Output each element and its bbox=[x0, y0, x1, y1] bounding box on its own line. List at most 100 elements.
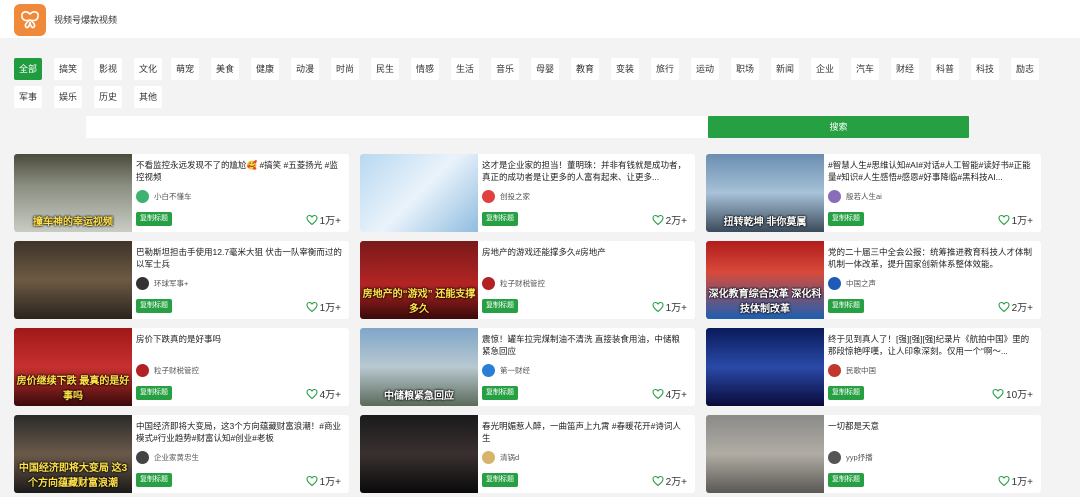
video-thumbnail[interactable]: 房地产的“游戏” 还能支撑多久 bbox=[360, 241, 478, 319]
avatar bbox=[136, 276, 149, 290]
copy-title-button[interactable]: 复制标题 bbox=[482, 386, 518, 400]
video-thumbnail[interactable]: 中国经济即将大变局 这3个方向蕴藏财富浪潮 bbox=[14, 415, 132, 493]
video-title[interactable]: 不看监控永远发现不了的尴尬🥰 #搞笑 #五菱扬光 #监控视频 bbox=[136, 159, 342, 183]
category-chip[interactable]: 动漫 bbox=[291, 58, 319, 80]
category-chip[interactable]: 历史 bbox=[94, 86, 122, 108]
video-card[interactable]: 扭转乾坤 非你莫属 #智慧人生#思维认知#AI#对话#人工智能#读好书#正能量#知… bbox=[706, 154, 1041, 232]
video-card[interactable]: 中国经济即将大变局 这3个方向蕴藏财富浪潮 中国经济即将大变局，这3个方向蕴藏财富… bbox=[14, 415, 349, 493]
author-info[interactable]: 第一财经 bbox=[482, 363, 530, 377]
copy-title-button[interactable]: 复制标题 bbox=[136, 473, 172, 487]
video-title[interactable]: 党的二十届三中全会公报：统筹推进教育科技人才体制机制一体改革，提升国家创新体系整… bbox=[828, 246, 1034, 270]
video-card[interactable]: 春光明媚惹人醉，一曲笛声上九霄 #春暖花开#诗词人生 清锅d 复制标题 2万+ bbox=[360, 415, 695, 493]
category-chip[interactable]: 情感 bbox=[411, 58, 439, 80]
category-chip[interactable]: 影视 bbox=[94, 58, 122, 80]
category-chip[interactable]: 企业 bbox=[811, 58, 839, 80]
copy-title-button[interactable]: 复制标题 bbox=[482, 299, 518, 313]
category-chip[interactable]: 新闻 bbox=[771, 58, 799, 80]
category-chip[interactable]: 财经 bbox=[891, 58, 919, 80]
video-title[interactable]: 中国经济即将大变局，这3个方向蕴藏财富浪潮！#商业模式#行业趋势#财富认知#创业… bbox=[136, 420, 342, 444]
like-count: 4万+ bbox=[652, 386, 687, 401]
copy-title-button[interactable]: 复制标题 bbox=[136, 386, 172, 400]
video-title[interactable]: 房价下跌真的是好事吗 bbox=[136, 333, 342, 345]
category-chip[interactable]: 全部 bbox=[14, 58, 42, 80]
category-chip[interactable]: 时尚 bbox=[331, 58, 359, 80]
video-card[interactable]: 中储粮紧急回应 震惊！罐车拉完煤制油不清洗 直接装食用油，中储粮紧急回应第一财经复… bbox=[360, 328, 695, 406]
author-info[interactable]: 环球军事+ bbox=[136, 276, 188, 290]
category-chip[interactable]: 科普 bbox=[931, 58, 959, 80]
video-title[interactable]: 一切都是天意 bbox=[828, 420, 1034, 432]
category-chip[interactable]: 其他 bbox=[134, 86, 162, 108]
category-chip[interactable]: 运动 bbox=[691, 58, 719, 80]
like-count-text: 10万+ bbox=[1006, 390, 1033, 401]
like-count-text: 2万+ bbox=[665, 216, 687, 227]
search-input[interactable] bbox=[86, 116, 708, 138]
category-chip[interactable]: 搞笑 bbox=[54, 58, 82, 80]
copy-title-button[interactable]: 复制标题 bbox=[828, 386, 864, 400]
video-thumbnail[interactable]: 中储粮紧急回应 bbox=[360, 328, 478, 406]
category-chip[interactable]: 变装 bbox=[611, 58, 639, 80]
author-info[interactable]: 民歌中国 bbox=[828, 363, 876, 377]
author-info[interactable]: 粒子财税管控 bbox=[136, 363, 199, 377]
category-chip[interactable]: 生活 bbox=[451, 58, 479, 80]
category-chip[interactable]: 美食 bbox=[211, 58, 239, 80]
video-title[interactable]: 巴勒斯坦担击手使用12.7毫米大狙 伏击一队宰衡而过的以军士兵 bbox=[136, 246, 342, 270]
copy-title-button[interactable]: 复制标题 bbox=[828, 299, 864, 313]
video-title[interactable]: 春光明媚惹人醉，一曲笛声上九霄 #春暖花开#诗词人生 bbox=[482, 420, 688, 444]
video-thumbnail[interactable] bbox=[14, 241, 132, 319]
video-card[interactable]: 这才是企业家的担当！董明珠：并非有钱就是成功者，真正的成功者是让更多的人富有起来… bbox=[360, 154, 695, 232]
category-chip[interactable]: 职场 bbox=[731, 58, 759, 80]
video-title[interactable]: #智慧人生#思维认知#AI#对话#人工智能#读好书#正能量#知识#人生感悟#感恩… bbox=[828, 159, 1034, 183]
video-card[interactable]: 一切都是天意 yyp抒播复制标题 1万+ bbox=[706, 415, 1041, 493]
video-title[interactable]: 终于见到真人了！[强][强][强]纪录片《航拍中国》里的那段惊艳呼嘆，让人印象深… bbox=[828, 333, 1034, 357]
copy-title-button[interactable]: 复制标题 bbox=[828, 473, 864, 487]
author-info[interactable]: yyp抒播 bbox=[828, 450, 873, 464]
category-chip[interactable]: 旅行 bbox=[651, 58, 679, 80]
video-card[interactable]: 终于见到真人了！[强][强][强]纪录片《航拍中国》里的那段惊艳呼嘆，让人印象深… bbox=[706, 328, 1041, 406]
category-chip[interactable]: 科技 bbox=[971, 58, 999, 80]
category-chip[interactable]: 萌宠 bbox=[171, 58, 199, 80]
video-thumbnail[interactable]: 深化教育综合改革 深化科技体制改革 bbox=[706, 241, 824, 319]
video-card[interactable]: 房地产的“游戏” 还能支撑多久 房地产的游戏还能撑多久#房地产 粒子财税管控 复制标题… bbox=[360, 241, 695, 319]
category-chip[interactable]: 音乐 bbox=[491, 58, 519, 80]
video-thumbnail[interactable] bbox=[706, 415, 824, 493]
category-chip[interactable]: 母婴 bbox=[531, 58, 559, 80]
video-card[interactable]: 巴勒斯坦担击手使用12.7毫米大狙 伏击一队宰衡而过的以军士兵环球军事+ 复制标题… bbox=[14, 241, 349, 319]
video-card[interactable]: 房价继续下跌 最真的是好事吗 房价下跌真的是好事吗 粒子财税管控 复制标题 4万+ bbox=[14, 328, 349, 406]
copy-title-button[interactable]: 复制标题 bbox=[828, 212, 864, 226]
category-chip[interactable]: 健康 bbox=[251, 58, 279, 80]
copy-title-button[interactable]: 复制标题 bbox=[482, 473, 518, 487]
copy-title-button[interactable]: 复制标题 bbox=[482, 212, 518, 226]
author-info[interactable]: 创投之家 bbox=[482, 189, 530, 203]
category-chip[interactable]: 民生 bbox=[371, 58, 399, 80]
author-info[interactable]: 粒子财税管控 bbox=[482, 276, 545, 290]
like-count-text: 1万+ bbox=[1011, 477, 1033, 488]
author-info[interactable]: 中国之声 bbox=[828, 276, 876, 290]
video-thumbnail[interactable]: 撞车神的幸运视频 bbox=[14, 154, 132, 232]
video-thumbnail[interactable] bbox=[360, 154, 478, 232]
app-logo[interactable] bbox=[14, 4, 46, 36]
video-thumbnail[interactable]: 扭转乾坤 非你莫属 bbox=[706, 154, 824, 232]
like-count: 4万+ bbox=[306, 386, 341, 401]
category-chip[interactable]: 军事 bbox=[14, 86, 42, 108]
author-info[interactable]: 殷若人生ai bbox=[828, 189, 882, 203]
video-title[interactable]: 震惊！罐车拉完煤制油不清洗 直接装食用油，中储粮紧急回应 bbox=[482, 333, 688, 357]
category-chip[interactable]: 娱乐 bbox=[54, 86, 82, 108]
author-info[interactable]: 清锅d bbox=[482, 450, 519, 464]
author-info[interactable]: 企业家黄忠生 bbox=[136, 450, 199, 464]
video-thumbnail[interactable]: 房价继续下跌 最真的是好事吗 bbox=[14, 328, 132, 406]
copy-title-button[interactable]: 复制标题 bbox=[136, 299, 172, 313]
video-thumbnail[interactable] bbox=[706, 328, 824, 406]
category-chip[interactable]: 教育 bbox=[571, 58, 599, 80]
copy-title-button[interactable]: 复制标题 bbox=[136, 212, 172, 226]
category-chip[interactable]: 励志 bbox=[1011, 58, 1039, 80]
author-info[interactable]: 小白不懂车 bbox=[136, 189, 192, 203]
video-card[interactable]: 撞车神的幸运视频 不看监控永远发现不了的尴尬🥰 #搞笑 #五菱扬光 #监控视频小白… bbox=[14, 154, 349, 232]
category-chip[interactable]: 汽车 bbox=[851, 58, 879, 80]
video-title[interactable]: 房地产的游戏还能撑多久#房地产 bbox=[482, 246, 688, 258]
category-chip[interactable]: 文化 bbox=[134, 58, 162, 80]
video-thumbnail[interactable] bbox=[360, 415, 478, 493]
video-title[interactable]: 这才是企业家的担当！董明珠：并非有钱就是成功者，真正的成功者是让更多的人富有起来… bbox=[482, 159, 688, 183]
search-button[interactable]: 搜索 bbox=[708, 116, 969, 138]
like-count-text: 4万+ bbox=[665, 390, 687, 401]
video-card[interactable]: 深化教育综合改革 深化科技体制改革 党的二十届三中全会公报：统筹推进教育科技人才体… bbox=[706, 241, 1041, 319]
